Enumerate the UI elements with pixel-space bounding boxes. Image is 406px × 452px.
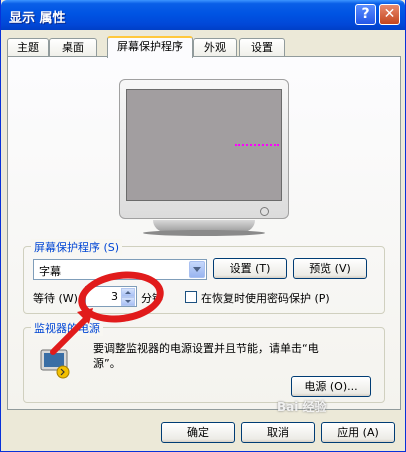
window-title: 显示 属性 bbox=[9, 11, 66, 26]
apply-button[interactable]: 应用 (A) bbox=[321, 422, 395, 443]
ok-button[interactable]: 确定 bbox=[161, 422, 235, 443]
tab-desktop[interactable]: 桌面 bbox=[49, 38, 97, 56]
watermark: Bai 经验 bbox=[277, 400, 327, 414]
screensaver-group-label: 屏幕保护程序 (S) bbox=[31, 239, 123, 255]
monitor-base bbox=[143, 230, 265, 236]
close-button[interactable]: ✕ bbox=[379, 4, 400, 25]
marquee-preview-line bbox=[235, 144, 279, 148]
close-icon: ✕ bbox=[383, 6, 396, 22]
help-icon: ? bbox=[361, 6, 370, 22]
title-bar[interactable]: 显示 属性 ? ✕ bbox=[1, 0, 405, 30]
screensaver-select-value: 字幕 bbox=[39, 265, 61, 278]
tab-settings[interactable]: 设置 bbox=[239, 38, 285, 56]
cancel-button[interactable]: 取消 bbox=[241, 422, 315, 443]
power-button[interactable]: 电源 (O)... bbox=[291, 376, 371, 397]
red-annotation-arrow-icon bbox=[50, 308, 93, 355]
preview-button[interactable]: 预览 (V) bbox=[293, 258, 367, 279]
display-properties-window: 显示 属性 ? ✕ 主题 桌面 屏幕保护程序 外观 设置 屏幕保护程序 (S) … bbox=[0, 0, 406, 452]
chevron-down-icon[interactable] bbox=[189, 261, 205, 278]
tab-themes[interactable]: 主题 bbox=[7, 38, 49, 56]
password-protect-checkbox[interactable] bbox=[185, 291, 197, 303]
preview-screen bbox=[126, 89, 282, 201]
tab-screensaver[interactable]: 屏幕保护程序 bbox=[107, 36, 193, 58]
power-description-line1: 要调整监视器的电源设置并且节能，请单击“电 bbox=[93, 342, 319, 355]
help-button[interactable]: ? bbox=[355, 4, 376, 25]
monitor-power-light-icon bbox=[260, 207, 269, 216]
settings-button[interactable]: 设置 (T) bbox=[213, 258, 287, 279]
monitor-preview bbox=[119, 79, 289, 219]
tab-appearance[interactable]: 外观 bbox=[193, 38, 237, 56]
password-protect-label[interactable]: 在恢复时使用密码保护 (P) bbox=[201, 290, 330, 306]
tab-strip: 主题 桌面 屏幕保护程序 外观 设置 bbox=[7, 36, 401, 58]
